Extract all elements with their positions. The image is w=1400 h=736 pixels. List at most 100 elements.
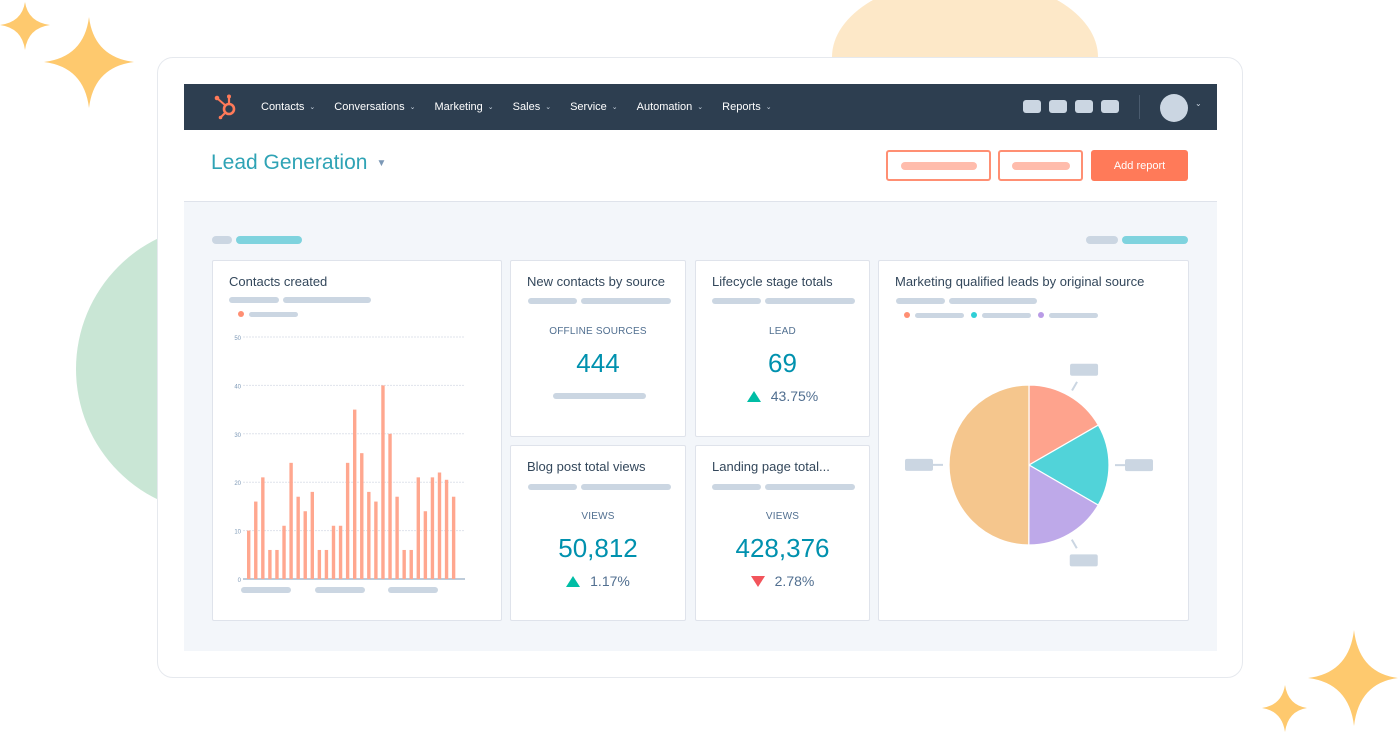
menu-label: Marketing (434, 101, 483, 113)
menu-label: Contacts (261, 101, 305, 113)
hubspot-sprocket-icon[interactable] (212, 92, 240, 120)
placeholder-bar (553, 393, 646, 399)
report-blog-post-total-views[interactable]: Blog post total views VIEWS 50,812 1.17% (510, 445, 686, 621)
bar (289, 462, 293, 579)
report-lifecycle-stage-totals[interactable]: Lifecycle stage totals LEAD 69 43.75% (695, 260, 870, 437)
bar (247, 530, 251, 579)
trend-up-icon (566, 575, 581, 587)
kpi-label: VIEWS (581, 511, 615, 522)
menu-sales[interactable]: Sales ⌄ (513, 101, 551, 113)
menu-conversations[interactable]: Conversations ⌄ (334, 101, 415, 113)
bar (416, 477, 420, 579)
placeholder-bar (712, 298, 761, 304)
kpi-value: 428,376 (735, 533, 830, 563)
bar (331, 525, 336, 579)
page-title: Lead Generation (211, 151, 368, 174)
x-tick-label-placeholder (315, 587, 365, 593)
filter-placeholder[interactable] (236, 236, 302, 244)
dashboard-title-dropdown[interactable]: Lead Generation ▼ (211, 151, 386, 175)
kpi-change: 1.17% (511, 573, 685, 589)
avatar[interactable] (1160, 94, 1188, 122)
bar (338, 525, 343, 579)
bar (296, 496, 300, 579)
chevron-down-icon: ⌄ (611, 104, 618, 111)
kpi-label: OFFLINE SOURCES (549, 326, 647, 337)
sparkle-icon (0, 2, 134, 108)
placeholder-bar (900, 161, 977, 170)
menu-marketing[interactable]: Marketing ⌄ (435, 101, 494, 113)
header-action-button[interactable] (998, 150, 1083, 181)
report-title: Lifecycle stage totals (712, 274, 833, 289)
y-tick-label: 30 (234, 433, 241, 439)
bar (310, 491, 314, 579)
nav-utility-button[interactable] (1023, 100, 1041, 113)
placeholder-bar (528, 298, 577, 304)
nav-utility-button[interactable] (1049, 100, 1067, 113)
add-report-button[interactable]: Add report (1091, 150, 1188, 181)
chevron-down-icon: ⌄ (765, 104, 772, 111)
menu-label: Reports (722, 101, 761, 113)
pie-label-placeholder (905, 458, 934, 471)
menu-contacts[interactable]: Contacts ⌄ (261, 101, 315, 113)
kpi-value: 69 (768, 348, 797, 378)
filter-placeholder[interactable] (1086, 236, 1118, 244)
nav-utility-button[interactable] (1075, 100, 1093, 113)
y-tick-label: 40 (234, 384, 241, 390)
placeholder-bar (712, 484, 761, 490)
bar (254, 501, 258, 579)
placeholder-bar (528, 484, 577, 490)
kpi-change: 2.78% (696, 573, 869, 589)
caret-down-icon: ▼ (376, 157, 387, 169)
bar (268, 549, 272, 579)
bar (395, 496, 399, 579)
pie-label-placeholder (1069, 554, 1098, 567)
pie-leader-line (1071, 381, 1078, 392)
placeholder-bar (581, 484, 671, 490)
bar (324, 549, 329, 579)
kpi-value: 444 (576, 348, 620, 378)
chevron-down-icon: ⌄ (409, 104, 416, 111)
x-tick-label-placeholder (241, 587, 291, 593)
bar (261, 477, 265, 579)
menu-reports[interactable]: Reports ⌄ (722, 101, 771, 113)
y-tick-label: 20 (234, 481, 241, 487)
bar (317, 549, 322, 579)
bar (423, 511, 428, 579)
change-percent: 2.78% (774, 573, 815, 589)
menu-service[interactable]: Service ⌄ (570, 101, 618, 113)
report-new-contacts-by-source[interactable]: New contacts by source OFFLINE SOURCES 4… (510, 260, 686, 437)
sparkle-icon (1262, 630, 1398, 732)
chevron-down-icon: ⌄ (309, 104, 316, 111)
filter-placeholder[interactable] (1122, 236, 1188, 244)
placeholder-bar (581, 298, 671, 304)
nav-utility-button[interactable] (1101, 100, 1119, 113)
report-mql-by-original-source[interactable]: Marketing qualified leads by original so… (878, 260, 1189, 621)
bar (367, 491, 371, 579)
mql-pie-chart (905, 363, 1153, 567)
bar (381, 385, 385, 579)
report-title: Blog post total views (527, 459, 646, 474)
header-action-button[interactable] (886, 150, 991, 181)
report-title: New contacts by source (527, 274, 666, 289)
menu-label: Sales (512, 101, 541, 113)
menu-automation[interactable]: Automation ⌄ (637, 101, 704, 113)
report-title: Landing page total... (712, 459, 830, 474)
pie-slice (948, 384, 1030, 546)
change-percent: 43.75% (770, 388, 819, 404)
chevron-down-icon[interactable]: ⌄ (1195, 99, 1202, 108)
pie-label-placeholder (1070, 363, 1099, 376)
report-landing-page-total-views[interactable]: Landing page total... VIEWS 428,376 2.78… (695, 445, 870, 621)
contacts-bar-chart: 0 10 20 30 40 50 (234, 336, 465, 593)
bar (451, 496, 456, 579)
bar (345, 462, 350, 579)
placeholder-bar (1011, 161, 1070, 170)
bar (360, 453, 364, 579)
bar (374, 501, 378, 579)
bar (409, 549, 413, 579)
pie-leader-line (1070, 539, 1078, 549)
report-contacts-created[interactable]: Contacts created 0 10 20 30 40 50 (212, 260, 502, 621)
bar (275, 549, 279, 579)
kpi-label: LEAD (769, 326, 796, 337)
filter-placeholder[interactable] (212, 236, 232, 244)
menu-label: Conversations (334, 101, 405, 113)
